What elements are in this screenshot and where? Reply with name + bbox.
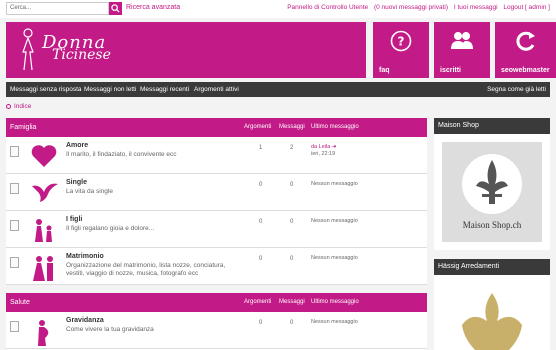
bird-icon xyxy=(32,183,58,202)
woman-silhouette-icon xyxy=(22,28,34,71)
sidebar-hassig: Hässig Arredamenti xyxy=(434,259,550,350)
forum-last: Nessun messaggio xyxy=(311,218,358,224)
forum-topics: 0 xyxy=(259,320,263,326)
tile-faq-label: faq xyxy=(379,67,390,74)
goto-post-icon[interactable]: ➜ xyxy=(332,144,337,150)
user-panel-link[interactable]: Pannello di Controllo Utente xyxy=(287,4,368,11)
your-messages-link[interactable]: I tuoi messaggi xyxy=(454,4,498,11)
forum-title[interactable]: Single xyxy=(66,179,87,186)
site-logo[interactable]: Donna Ticinese xyxy=(42,32,111,63)
forum-row-single[interactable]: Single La vita da single 0 0 Nessun mess… xyxy=(6,174,427,211)
search-button[interactable] xyxy=(109,2,122,15)
last-post-author[interactable]: da Leila xyxy=(311,144,330,150)
forum-topics: 1 xyxy=(259,145,263,151)
nav-unanswered[interactable]: Messaggi senza risposta xyxy=(10,86,82,93)
tile-iscritti-label: iscritti xyxy=(440,67,462,74)
nav-unread[interactable]: Messaggi non letti xyxy=(84,86,136,93)
refresh-icon xyxy=(515,31,535,51)
fleur-de-lis-logo xyxy=(462,293,522,350)
tile-iscritti[interactable]: iscritti xyxy=(434,22,490,78)
forum-status-icon xyxy=(10,183,19,194)
sidebar-header: Hässig Arredamenti xyxy=(434,259,550,275)
maison-shop-text: Maison Shop.ch xyxy=(462,220,522,230)
family-icon xyxy=(35,219,52,242)
forum-posts: 0 xyxy=(290,182,294,188)
forum-status-icon xyxy=(10,146,19,157)
site-header: Donna Ticinese xyxy=(6,22,366,78)
nav-bar: Messaggi senza risposta Messaggi non let… xyxy=(6,82,550,97)
private-messages-link[interactable]: (0 nuovi messaggi privati) xyxy=(374,4,448,11)
sidebar-maison-shop: Maison Shop Maison Shop.ch xyxy=(434,118,550,250)
forum-row-gravidanza[interactable]: Gravidanza Come vivere la tua gravidanza… xyxy=(6,312,427,349)
forum-last: Nessun messaggio xyxy=(311,181,358,187)
mark-read-link[interactable]: Segna come già letti xyxy=(487,86,546,93)
forum-title[interactable]: Amore xyxy=(66,142,88,149)
forum-posts: 0 xyxy=(290,320,294,326)
forum-topics: 0 xyxy=(259,182,263,188)
forum-last: Nessun messaggio xyxy=(311,319,358,325)
forum-row-matrimonio[interactable]: Matrimonio Organizzazione del matrimonio… xyxy=(6,248,427,285)
section-title[interactable]: Salute xyxy=(10,299,30,306)
col-posts: Messaggi xyxy=(279,124,305,130)
wedding-icon xyxy=(33,256,53,281)
col-topics: Argomenti xyxy=(244,124,272,130)
top-bar: Cerca... Ricerca avanzata Pannello di Co… xyxy=(0,0,556,18)
forum-desc: Il marito, il findaziato, il convivente … xyxy=(66,151,177,158)
section-header: Salute Argomenti Messaggi Ultimo messagg… xyxy=(6,293,427,312)
forum-status-icon xyxy=(10,321,19,332)
forum-topics: 0 xyxy=(259,219,263,225)
question-icon: ? xyxy=(390,30,412,52)
pregnancy-icon xyxy=(38,320,49,346)
forum-last: Nessun messaggio xyxy=(311,255,358,261)
hassig-ad[interactable] xyxy=(442,281,542,350)
forum-title[interactable]: Gravidanza xyxy=(66,317,104,324)
col-last: Ultimo messaggio xyxy=(311,124,359,130)
forum-title[interactable]: Matrimonio xyxy=(66,253,104,260)
user-links: Pannello di Controllo Utente (0 nuovi me… xyxy=(283,4,550,11)
users-icon xyxy=(451,32,473,49)
search-input[interactable]: Cerca... xyxy=(6,2,109,15)
breadcrumb-index[interactable]: Indice xyxy=(14,103,31,110)
forum-posts: 0 xyxy=(290,256,294,262)
svg-text:?: ? xyxy=(398,35,405,49)
forum-topics: 0 xyxy=(259,256,263,262)
forum-title[interactable]: I figli xyxy=(66,216,82,223)
forum-posts: 0 xyxy=(290,219,294,225)
forum-desc: Il figli regalano gioia e dolore... xyxy=(66,225,155,232)
advanced-search-link[interactable]: Ricerca avanzata xyxy=(126,4,180,11)
section-salute: Salute Argomenti Messaggi Ultimo messagg… xyxy=(6,293,427,350)
forum-last: da Leila ➜ ieri, 22:19 xyxy=(311,144,336,158)
sidebar-title: Maison Shop xyxy=(438,122,479,129)
section-header: Famiglia Argomenti Messaggi Ultimo messa… xyxy=(6,118,427,137)
forum-desc: La vita da single xyxy=(66,188,113,195)
last-post-time: ieri, 22:19 xyxy=(311,151,336,157)
home-icon xyxy=(6,103,11,109)
tile-faq[interactable]: ? faq xyxy=(373,22,429,78)
forum-desc: Organizzazione del matrimonio, lista noz… xyxy=(66,262,226,277)
tile-seowebmaster-label: seowebmaster xyxy=(501,67,550,74)
sidebar-title: Hässig Arredamenti xyxy=(438,263,500,270)
search-icon xyxy=(111,4,120,13)
nav-active[interactable]: Argomenti attivi xyxy=(194,86,239,93)
forum-row-amore[interactable]: Amore Il marito, il findaziato, il convi… xyxy=(6,137,427,174)
logo-line2: Ticinese xyxy=(52,47,111,63)
sidebar-header: Maison Shop xyxy=(434,118,550,134)
section-title[interactable]: Famiglia xyxy=(10,124,36,131)
forum-row-figli[interactable]: I figli Il figli regalano gioia e dolore… xyxy=(6,211,427,248)
nav-recent[interactable]: Messaggi recenti xyxy=(140,86,189,93)
col-last: Ultimo messaggio xyxy=(311,299,359,305)
breadcrumb: Indice xyxy=(6,103,31,110)
section-famiglia: Famiglia Argomenti Messaggi Ultimo messa… xyxy=(6,118,427,285)
col-posts: Messaggi xyxy=(279,299,305,305)
col-topics: Argomenti xyxy=(244,299,272,305)
logout-link[interactable]: Logout [ admin ] xyxy=(503,4,550,11)
forum-status-icon xyxy=(10,220,19,231)
tile-seowebmaster[interactable]: seowebmaster xyxy=(495,22,556,78)
forum-desc: Come vivere la tua gravidanza xyxy=(66,326,154,333)
maison-shop-ad[interactable]: Maison Shop.ch xyxy=(442,142,542,242)
heart-icon xyxy=(31,145,57,167)
forum-status-icon xyxy=(10,257,19,268)
forum-posts: 2 xyxy=(290,145,294,151)
